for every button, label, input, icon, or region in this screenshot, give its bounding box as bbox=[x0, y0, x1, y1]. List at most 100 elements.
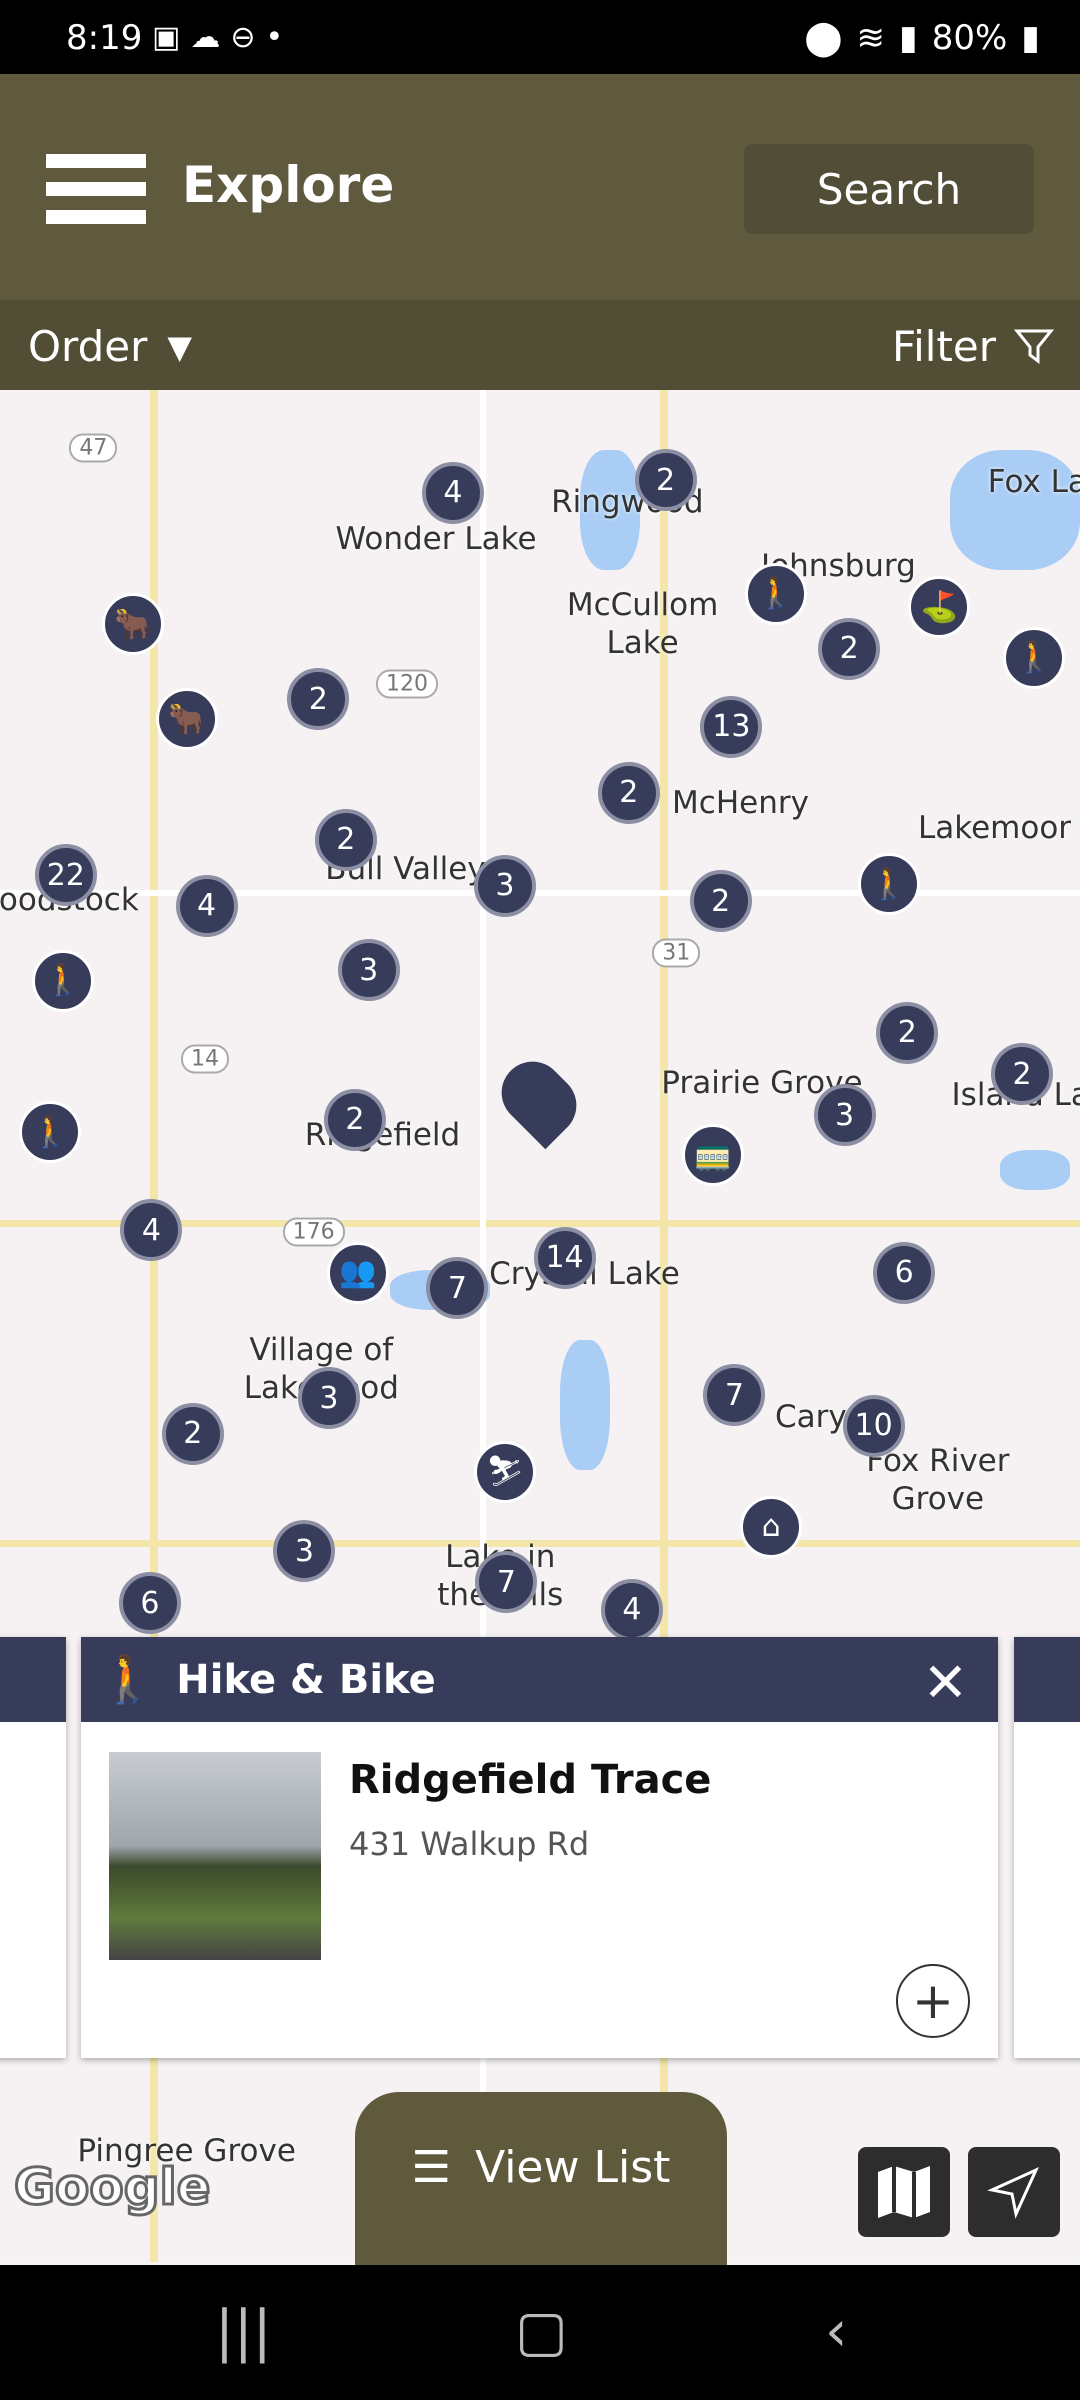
barn-icon: ⌂ bbox=[761, 1509, 781, 1545]
signal-icon: ▮ bbox=[898, 18, 918, 58]
road-shield: 176 bbox=[282, 1217, 345, 1247]
skier-icon: ⛷ bbox=[485, 1454, 524, 1490]
place-label: Pingree Grove bbox=[77, 2133, 296, 2170]
golf-icon: ⛳ bbox=[920, 589, 959, 625]
hiker-icon: 🚶 bbox=[757, 576, 795, 612]
app-header: Explore Search bbox=[0, 74, 1080, 300]
place-label: Fox La bbox=[987, 463, 1080, 500]
search-button[interactable]: Search bbox=[744, 144, 1034, 234]
bull-icon: 🐂 bbox=[167, 701, 206, 737]
home-button[interactable]: ▢ bbox=[515, 2299, 568, 2364]
cluster-marker[interactable]: 4 bbox=[120, 1199, 183, 1262]
road-shield: 31 bbox=[652, 938, 701, 968]
cluster-marker[interactable]: 4 bbox=[600, 1578, 663, 1641]
place-label: McCullom Lake bbox=[566, 587, 719, 662]
battery-icon: ▮ bbox=[1021, 18, 1040, 58]
order-dropdown[interactable]: Order ▼ bbox=[28, 322, 192, 371]
selected-pin-marker[interactable] bbox=[488, 1048, 589, 1149]
recents-button[interactable]: ||| bbox=[215, 2299, 272, 2364]
hiker-icon: 🚶 bbox=[44, 963, 82, 999]
back-button[interactable]: ‹ bbox=[825, 2299, 847, 2364]
prev-card[interactable] bbox=[0, 1637, 66, 2058]
clock: 8:19 bbox=[66, 18, 143, 58]
cluster-marker[interactable]: 22 bbox=[34, 844, 97, 907]
cluster-marker[interactable]: 2 bbox=[323, 1088, 386, 1151]
cluster-marker[interactable]: 3 bbox=[337, 939, 400, 1002]
hiker-icon: 🚶 bbox=[1015, 640, 1053, 676]
cluster-marker[interactable]: 2 bbox=[634, 449, 697, 512]
cluster-marker[interactable]: 2 bbox=[287, 668, 350, 731]
cluster-marker[interactable]: 7 bbox=[703, 1364, 766, 1427]
place-label: Wonder Lake bbox=[335, 520, 537, 557]
view-list-button[interactable]: ☰ View List bbox=[355, 2092, 727, 2292]
hiker-icon: 🚶 bbox=[31, 1114, 70, 1150]
group-icon: 👥 bbox=[339, 1255, 377, 1291]
sort-filter-bar: Order ▼ Filter bbox=[0, 300, 1080, 390]
caret-down-icon: ▼ bbox=[167, 327, 192, 366]
next-card[interactable] bbox=[1014, 1637, 1080, 2058]
bull-icon: 🐂 bbox=[114, 606, 152, 642]
hiker-marker[interactable]: 🚶 bbox=[744, 562, 807, 625]
skier-marker[interactable]: ⛷ bbox=[473, 1440, 536, 1503]
bull-marker[interactable]: 🐂 bbox=[155, 688, 218, 751]
battery-text: 80% bbox=[931, 18, 1008, 58]
status-bar: 8:19 ▣☁⊖• ⬤ ≋ ▮ 80% ▮ bbox=[0, 0, 1080, 74]
road-shield: 120 bbox=[375, 669, 438, 699]
cluster-marker[interactable]: 6 bbox=[873, 1241, 936, 1304]
wifi-icon: ≋ bbox=[856, 18, 885, 58]
cluster-marker[interactable]: 3 bbox=[813, 1084, 876, 1147]
cluster-marker[interactable]: 2 bbox=[161, 1402, 224, 1465]
android-nav-bar: ||| ▢ ‹ bbox=[0, 2265, 1080, 2400]
road-shield: 47 bbox=[69, 433, 118, 463]
group-marker[interactable]: 👥 bbox=[327, 1241, 390, 1304]
road-shield: 14 bbox=[181, 1044, 230, 1074]
hiker-icon: 🚶 bbox=[870, 866, 908, 902]
place-address: 431 Walkup Rd bbox=[349, 1825, 590, 1863]
location-icon: ⬤ bbox=[804, 18, 843, 58]
barn-marker[interactable]: ⌂ bbox=[740, 1495, 803, 1558]
map-type-button[interactable] bbox=[858, 2147, 950, 2237]
cluster-marker[interactable]: 2 bbox=[876, 1001, 939, 1064]
notification-icons: ▣☁⊖• bbox=[152, 20, 294, 55]
cluster-marker[interactable]: 2 bbox=[991, 1043, 1054, 1106]
menu-icon[interactable] bbox=[46, 154, 146, 224]
filter-label: Filter bbox=[891, 322, 996, 371]
cluster-marker[interactable]: 7 bbox=[475, 1551, 538, 1614]
cluster-marker[interactable]: 2 bbox=[818, 617, 881, 680]
close-icon[interactable]: ✕ bbox=[923, 1651, 968, 1714]
card-header: 🚶 Hike & Bike ✕ bbox=[81, 1637, 998, 1722]
cluster-marker[interactable]: 6 bbox=[118, 1572, 181, 1635]
place-card[interactable]: 🚶 Hike & Bike ✕ Ridgefield Trace 431 Wal… bbox=[81, 1637, 998, 2058]
order-label: Order bbox=[28, 322, 148, 371]
place-label: Lakemoor bbox=[917, 809, 1072, 846]
cluster-marker[interactable]: 2 bbox=[314, 808, 377, 871]
hiker-marker[interactable]: 🚶 bbox=[19, 1101, 82, 1164]
my-location-button[interactable] bbox=[968, 2147, 1060, 2237]
cluster-marker[interactable]: 3 bbox=[273, 1520, 336, 1583]
add-button[interactable]: + bbox=[896, 1964, 970, 2038]
filter-button[interactable]: Filter bbox=[892, 322, 1054, 371]
golf-marker[interactable]: ⛳ bbox=[908, 576, 971, 639]
place-label: McHenry bbox=[672, 785, 809, 822]
place-label: Cary bbox=[775, 1398, 847, 1435]
cluster-marker[interactable]: 13 bbox=[700, 695, 763, 758]
card-category: Hike & Bike bbox=[176, 1656, 436, 1703]
cluster-marker[interactable]: 3 bbox=[473, 854, 536, 917]
hiker-marker[interactable]: 🚶 bbox=[1003, 626, 1066, 689]
cluster-marker[interactable]: 4 bbox=[421, 461, 484, 524]
cluster-marker[interactable]: 4 bbox=[175, 874, 238, 937]
bull-marker[interactable]: 🐂 bbox=[102, 593, 165, 656]
cluster-marker[interactable]: 10 bbox=[842, 1394, 905, 1457]
cluster-marker[interactable]: 14 bbox=[533, 1226, 596, 1289]
hiker-marker[interactable]: 🚶 bbox=[857, 853, 920, 916]
hiker-marker[interactable]: 🚶 bbox=[31, 949, 94, 1012]
map-icon bbox=[878, 2166, 930, 2218]
train-icon: 🚃 bbox=[694, 1137, 732, 1173]
page-title: Explore bbox=[182, 156, 395, 214]
cluster-marker[interactable]: 2 bbox=[689, 870, 752, 933]
train-marker[interactable]: 🚃 bbox=[681, 1124, 744, 1187]
cluster-marker[interactable]: 2 bbox=[597, 761, 660, 824]
cluster-marker[interactable]: 3 bbox=[297, 1367, 360, 1430]
navigation-arrow-icon bbox=[987, 2166, 1040, 2219]
place-name[interactable]: Ridgefield Trace bbox=[349, 1757, 711, 1803]
